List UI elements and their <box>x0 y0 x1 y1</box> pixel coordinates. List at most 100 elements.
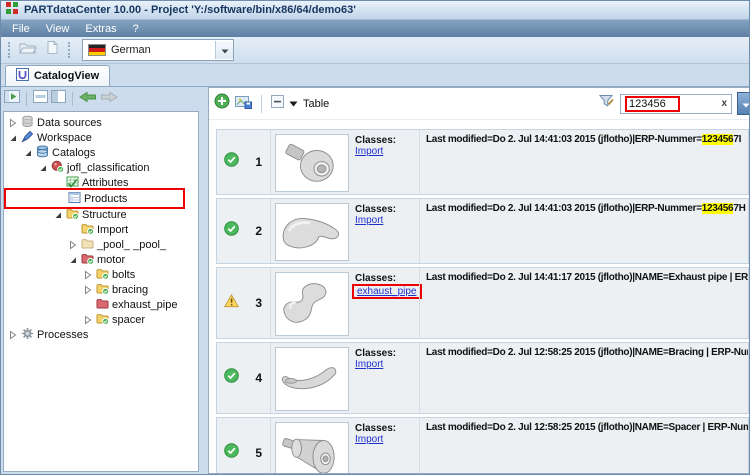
tree-item-label: Products <box>84 192 128 205</box>
forward-arrow-icon[interactable] <box>100 90 118 108</box>
tree-item-structure[interactable]: Structure <box>4 207 127 222</box>
table-row[interactable]: 4 Classes: Import Last modified=Do 2. Ju… <box>216 342 749 414</box>
table-row[interactable]: 1 Classes: Import Last modified=Do 2. Ju… <box>216 129 749 195</box>
expander-icon[interactable] <box>53 210 63 220</box>
tree-item-pool-pool[interactable]: _pool_ _pool_ <box>4 237 166 252</box>
layout-vertical-icon[interactable] <box>51 90 66 108</box>
tree-item-products[interactable]: Products <box>4 188 186 209</box>
row-description: Last modified=Do 2. Jul 14:41:03 2015 (j… <box>419 130 748 194</box>
row-product-cell: Classes: Import <box>271 418 419 473</box>
expander-icon[interactable] <box>83 315 93 325</box>
language-select-dropdown-button[interactable] <box>215 41 233 59</box>
open-folder-button[interactable] <box>16 40 40 60</box>
part-image-elbow <box>275 203 349 261</box>
pane-splitter[interactable] <box>199 87 208 474</box>
expander-icon[interactable] <box>53 178 63 188</box>
right-pane: Table 123456 x 1 Classes: Import Last mo… <box>208 87 749 474</box>
menu-item-extras[interactable]: Extras <box>77 22 124 36</box>
expander-icon[interactable] <box>68 240 78 250</box>
tree-item-exhaust-pipe[interactable]: exhaust_pipe <box>4 297 177 312</box>
expander-icon[interactable] <box>8 133 18 143</box>
row-number: 5 <box>255 446 262 460</box>
search-dropdown-button[interactable] <box>737 92 749 115</box>
back-arrow-icon[interactable] <box>79 90 97 108</box>
tree-item-motor[interactable]: motor <box>4 252 125 267</box>
tree-item-label: bracing <box>112 283 149 296</box>
table-row[interactable]: 3 Classes: exhaust_pipe Last modified=Do… <box>216 267 749 339</box>
search-input[interactable]: 123456 x <box>620 93 732 114</box>
tree-item-spacer[interactable]: spacer <box>4 312 145 327</box>
collapse-rows-icon[interactable] <box>271 94 284 113</box>
row-number: 2 <box>255 224 262 238</box>
menu-item-help[interactable]: ? <box>125 22 147 36</box>
class-link[interactable]: exhaust_pipe <box>352 284 422 299</box>
main-toolbar: German <box>1 37 749 64</box>
menu-bar: File View Extras? <box>1 20 749 37</box>
export-image-icon[interactable] <box>235 94 252 114</box>
row-description: Last modified=Do 2. Jul 12:58:25 2015 (j… <box>419 418 748 473</box>
catalogs-icon <box>36 145 49 161</box>
gear-icon <box>21 327 34 343</box>
menu-item-view[interactable]: View <box>38 22 78 36</box>
tree-item-label: motor <box>97 253 126 266</box>
table-row[interactable]: 5 Classes: Import Last modified=Do 2. Ju… <box>216 417 749 473</box>
tab-label: CatalogView <box>34 70 100 82</box>
expander-icon[interactable] <box>83 300 93 310</box>
expander-icon[interactable] <box>68 225 78 235</box>
expander-icon[interactable] <box>83 270 93 280</box>
tree-item-label: Import <box>97 223 129 236</box>
database-icon <box>21 115 34 131</box>
part-image-exhaust-pipe <box>275 272 349 336</box>
tree-item-processes[interactable]: Processes <box>4 327 88 342</box>
title-bar: PARTdataCenter 10.00 - Project 'Y:/softw… <box>1 1 749 20</box>
class-link[interactable]: Import <box>355 359 383 370</box>
folder-check-icon <box>66 207 80 223</box>
expander-icon[interactable] <box>83 285 93 295</box>
tree-item-label: Processes <box>37 328 89 341</box>
ok-status-icon <box>224 152 239 172</box>
folder-red-check-icon <box>81 252 95 268</box>
row-number: 3 <box>255 296 262 310</box>
expander-icon[interactable] <box>55 194 65 204</box>
classification-icon <box>51 160 65 176</box>
content-area: Data sources Workspace Catalogs jofl_cla… <box>1 86 749 474</box>
german-flag-icon <box>88 44 106 56</box>
classes-label: Classes: <box>355 348 397 359</box>
tree-item-bracing[interactable]: bracing <box>4 282 148 297</box>
expander-icon[interactable] <box>8 330 18 340</box>
folder-check-icon <box>96 282 110 298</box>
new-file-button[interactable] <box>40 40 64 60</box>
tree-item-import[interactable]: Import <box>4 222 128 237</box>
layout-horizontal-icon[interactable] <box>33 90 48 108</box>
view-mode-dropdown[interactable]: Table <box>289 98 329 110</box>
workspace-icon <box>21 130 34 146</box>
tree-item-bolts[interactable]: bolts <box>4 267 135 282</box>
row-product-cell: Classes: Import <box>271 199 419 263</box>
classes-label: Classes: <box>355 423 397 434</box>
expander-icon[interactable] <box>23 148 33 158</box>
clear-search-icon[interactable]: x <box>721 98 727 109</box>
table-row[interactable]: 2 Classes: Import Last modified=Do 2. Ju… <box>216 198 749 264</box>
panel-mini-toolbar <box>1 87 199 111</box>
classes-label: Classes: <box>355 204 397 215</box>
expander-icon[interactable] <box>38 163 48 173</box>
add-icon[interactable] <box>214 93 230 114</box>
toolbar-grip[interactable] <box>8 42 12 58</box>
expander-icon[interactable] <box>8 118 18 128</box>
language-select[interactable]: German <box>82 39 234 61</box>
tree-item-data-sources[interactable]: Data sources <box>4 115 102 130</box>
classes-label: Classes: <box>355 135 397 146</box>
tree-item-jofl-classification[interactable]: jofl_classification <box>4 160 150 175</box>
tree-item-workspace[interactable]: Workspace <box>4 130 92 145</box>
expander-icon[interactable] <box>68 255 78 265</box>
toolbar-grip[interactable] <box>68 42 72 58</box>
class-link[interactable]: Import <box>355 434 383 445</box>
toolbar-separator <box>26 92 27 106</box>
tree-item-catalogs[interactable]: Catalogs <box>4 145 95 160</box>
collapse-panel-icon[interactable] <box>4 90 20 108</box>
tab-catalog-view[interactable]: CatalogView <box>5 65 111 86</box>
class-link[interactable]: Import <box>355 215 383 226</box>
menu-item-file[interactable]: File <box>4 22 38 36</box>
class-link[interactable]: Import <box>355 146 383 157</box>
filter-icon[interactable] <box>598 94 615 113</box>
